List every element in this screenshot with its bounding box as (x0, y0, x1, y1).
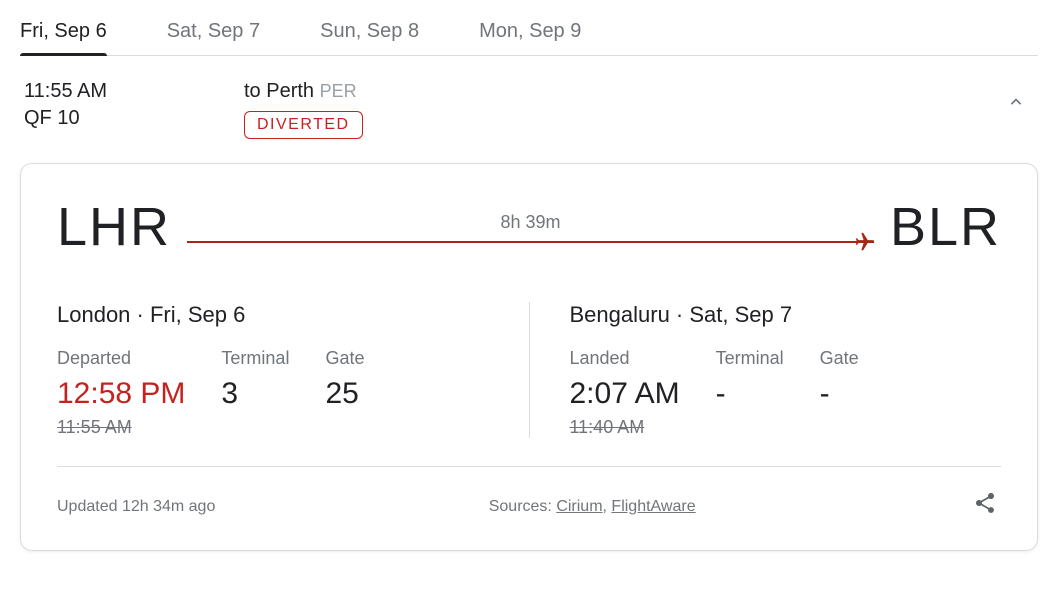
departed-item: Departed 12:58 PM 11:55 AM (57, 348, 185, 438)
card-footer: Updated 12h 34m ago Sources: Cirium, Fli… (57, 466, 1001, 526)
flight-summary-row[interactable]: 11:55 AM QF 10 to Perth PER DIVERTED (20, 80, 1038, 139)
flight-destination: to Perth PER (244, 80, 994, 103)
arrival-gate-item: Gate - (820, 348, 859, 438)
source-link-flightaware[interactable]: FlightAware (611, 498, 695, 515)
share-icon[interactable] (969, 487, 1001, 526)
route-path (187, 241, 874, 243)
details-row: London · Fri, Sep 6 Departed 12:58 PM 11… (57, 302, 1001, 438)
flight-destination-column: to Perth PER DIVERTED (244, 80, 994, 139)
departure-gate: 25 (325, 377, 364, 411)
departure-loc-date: London · Fri, Sep 6 (57, 302, 489, 328)
landed-item: Landed 2:07 AM 11:40 AM (570, 348, 680, 438)
sources-text: Sources: Cirium, FlightAware (215, 498, 969, 516)
arrival-terminal-label: Terminal (716, 348, 784, 369)
departure-gate-label: Gate (325, 348, 364, 369)
flight-duration: 8h 39m (500, 212, 560, 233)
sources-label: Sources: (489, 498, 552, 515)
departure-column: London · Fri, Sep 6 Departed 12:58 PM 11… (57, 302, 530, 438)
from-airport-code: LHR (57, 196, 171, 258)
arrival-gate: - (820, 377, 859, 411)
landed-label: Landed (570, 348, 680, 369)
tab-mon-sep-9[interactable]: Mon, Sep 9 (479, 20, 581, 55)
departure-detail-row: Departed 12:58 PM 11:55 AM Terminal 3 Ga… (57, 348, 489, 438)
arrival-terminal: - (716, 377, 784, 411)
tab-sun-sep-8[interactable]: Sun, Sep 8 (320, 20, 419, 55)
departure-terminal: 3 (221, 377, 289, 411)
destination-code: PER (320, 81, 357, 101)
departed-original-time: 11:55 AM (57, 417, 185, 438)
flight-number: QF 10 (24, 107, 244, 130)
scheduled-time: 11:55 AM (24, 80, 244, 103)
arrival-detail-row: Landed 2:07 AM 11:40 AM Terminal - Gate … (570, 348, 1002, 438)
departure-gate-item: Gate 25 (325, 348, 364, 438)
updated-text: Updated 12h 34m ago (57, 498, 215, 516)
route-row: LHR 8h 39m BLR (57, 196, 1001, 258)
landed-time: 2:07 AM (570, 377, 680, 411)
date-tabs: Fri, Sep 6 Sat, Sep 7 Sun, Sep 8 Mon, Se… (20, 20, 1038, 56)
route-line: 8h 39m (187, 207, 874, 247)
arrival-column: Bengaluru · Sat, Sep 7 Landed 2:07 AM 11… (530, 302, 1002, 438)
arrival-loc-date: Bengaluru · Sat, Sep 7 (570, 302, 1002, 328)
status-badge: DIVERTED (244, 111, 363, 139)
tab-fri-sep-6[interactable]: Fri, Sep 6 (20, 20, 107, 55)
chevron-up-icon[interactable] (994, 80, 1038, 130)
arrival-gate-label: Gate (820, 348, 859, 369)
flight-detail-card: LHR 8h 39m BLR London · Fri, Sep 6 Depar… (20, 163, 1038, 551)
to-airport-code: BLR (890, 196, 1001, 258)
departed-label: Departed (57, 348, 185, 369)
tab-sat-sep-7[interactable]: Sat, Sep 7 (167, 20, 260, 55)
arrival-terminal-item: Terminal - (716, 348, 784, 438)
landed-original-time: 11:40 AM (570, 417, 680, 438)
departure-terminal-item: Terminal 3 (221, 348, 289, 438)
departed-time: 12:58 PM (57, 377, 185, 411)
flight-time-column: 11:55 AM QF 10 (24, 80, 244, 130)
departure-terminal-label: Terminal (221, 348, 289, 369)
plane-icon (852, 231, 878, 259)
source-link-cirium[interactable]: Cirium (556, 498, 602, 515)
destination-text: to Perth (244, 80, 314, 102)
